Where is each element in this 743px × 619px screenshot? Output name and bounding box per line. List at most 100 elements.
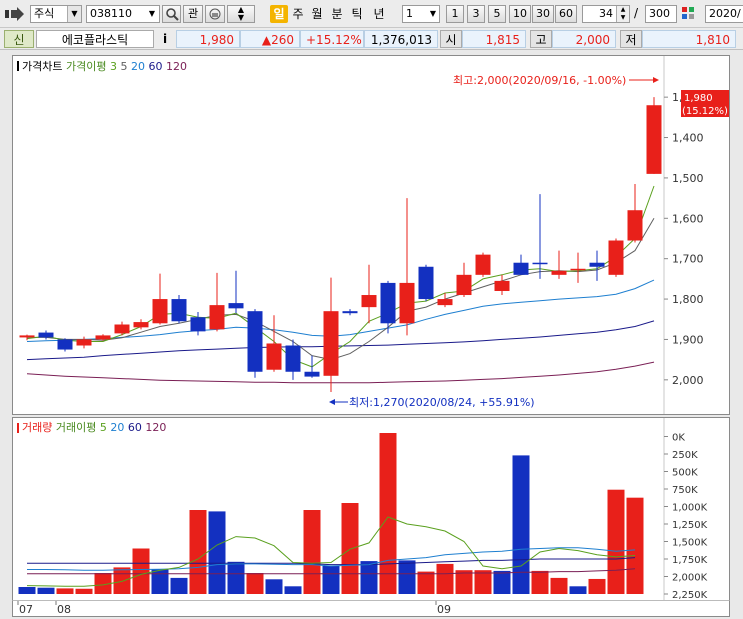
count-stepper[interactable]: 34 ▲ ▼ [582,5,630,23]
volume-bar[interactable] [588,578,606,594]
volume-bar[interactable] [474,570,492,594]
candle[interactable] [285,339,301,380]
interest-button[interactable]: 관 [183,5,203,23]
candle[interactable] [380,280,396,334]
tab-yearly[interactable]: 년 [370,5,388,23]
price-tick-label: 1,500 [672,172,704,185]
price-chart[interactable]: 2,0001,9001,8001,7001,6001,5001,4001,300… [13,56,729,414]
volume-bar[interactable] [303,510,321,594]
unit-select[interactable]: 1 ▼ [402,5,440,23]
record-button[interactable] [205,5,225,23]
tab-tick[interactable]: 틱 [348,5,366,23]
volume-bar[interactable] [398,560,416,594]
candle[interactable] [570,252,586,283]
candle[interactable] [57,338,73,352]
market-select[interactable]: 주식 ▼ [30,5,82,23]
volume-bar[interactable] [379,433,397,594]
quick-10-button[interactable]: 10 [509,5,531,23]
tab-minute[interactable]: 분 [328,5,346,23]
candle-body [627,210,643,241]
current-price-box-rate: (15.12%) [682,106,728,117]
volume-bar[interactable] [227,561,245,594]
volume-bar[interactable] [75,588,93,594]
volume-bar[interactable] [436,563,454,594]
volume-bar[interactable] [208,511,226,594]
candle[interactable] [19,334,35,341]
info-button[interactable]: i [156,30,174,48]
volume-tick-label: 1,750K [672,555,708,566]
volume-bar[interactable] [132,548,150,595]
candle[interactable] [627,183,643,243]
search-button[interactable] [162,5,181,23]
candle[interactable] [247,309,263,378]
quick-5-button[interactable]: 5 [488,5,506,23]
volume-bar[interactable] [189,510,207,594]
stock-code-input[interactable]: 038110 ▼ [86,5,160,23]
candle[interactable] [76,336,92,349]
price-chart-panel[interactable]: 2,0001,9001,8001,7001,6001,5001,4001,300… [12,55,730,415]
volume-chart[interactable]: 2,250K2,000K1,750K1,500K1,250K1,000K750K… [13,418,729,601]
volume-bar[interactable] [493,570,511,594]
volume-bar[interactable] [569,586,587,594]
tab-monthly[interactable]: 월 [308,5,326,23]
volume-bar[interactable] [455,570,473,594]
volume-bar[interactable] [246,573,264,594]
candle[interactable] [342,309,358,316]
candle[interactable] [399,198,415,336]
volume-bar[interactable] [265,579,283,594]
candle[interactable] [646,97,662,174]
candle[interactable] [475,252,491,277]
volume-bar[interactable] [113,567,131,594]
volume-bar[interactable] [531,570,549,594]
volume-bar[interactable] [151,569,169,595]
volume-bar[interactable] [417,571,435,594]
tab-daily[interactable]: 일 [270,5,288,23]
candle[interactable] [304,355,320,378]
volume-bar[interactable] [322,566,340,594]
volume-bar[interactable] [512,455,530,594]
candle[interactable] [361,264,377,324]
max-count-field[interactable]: 300 [645,5,677,23]
candle[interactable] [114,321,130,336]
volume-bar[interactable] [18,587,36,594]
candle[interactable] [209,272,225,332]
quick-30-button[interactable]: 30 [532,5,554,23]
stepper-button[interactable]: ▲ ▼ [227,5,255,23]
candle[interactable] [456,262,472,298]
candle[interactable] [190,311,206,336]
volume-bar[interactable] [170,577,188,594]
volume-bar[interactable] [626,497,644,594]
volume-bar[interactable] [550,577,568,594]
volume-bar[interactable] [360,561,378,594]
candle[interactable] [532,194,548,279]
volume-bar[interactable] [284,586,302,594]
volume-bar[interactable] [607,489,625,594]
legend-item: 120 [162,60,187,73]
candle[interactable] [266,315,282,372]
candle-body [361,295,377,308]
candle[interactable] [171,295,187,324]
candle[interactable] [418,264,434,302]
volume-chart-panel[interactable]: 2,250K 2,000K 1,750K 1,500K 1,250K 1,000K 750K… [12,417,730,601]
candle[interactable] [228,270,244,314]
quick-3-button[interactable]: 3 [467,5,485,23]
candle[interactable] [494,274,510,296]
candle[interactable] [551,250,567,279]
current-price-box: 1,980 (15.12%) [681,90,729,117]
volume-bar[interactable] [341,503,359,594]
candle[interactable] [323,277,339,392]
link-arrow-icon[interactable] [5,7,25,21]
quick-60-button[interactable]: 60 [555,5,577,23]
quick-1-button[interactable]: 1 [446,5,464,23]
candle[interactable] [608,238,624,277]
candle[interactable] [152,273,168,325]
tab-weekly[interactable]: 주 [289,5,307,23]
candle[interactable] [589,250,605,281]
volume-bar[interactable] [56,588,74,594]
candle[interactable] [513,254,529,275]
settings-grid-icon[interactable] [681,6,699,22]
date-field[interactable]: 2020/ [705,5,743,23]
candle[interactable] [133,319,149,330]
volume-bar[interactable] [37,587,55,594]
high-annotation: 최고:2,000(2020/09/16, -1.00%) [453,74,659,87]
